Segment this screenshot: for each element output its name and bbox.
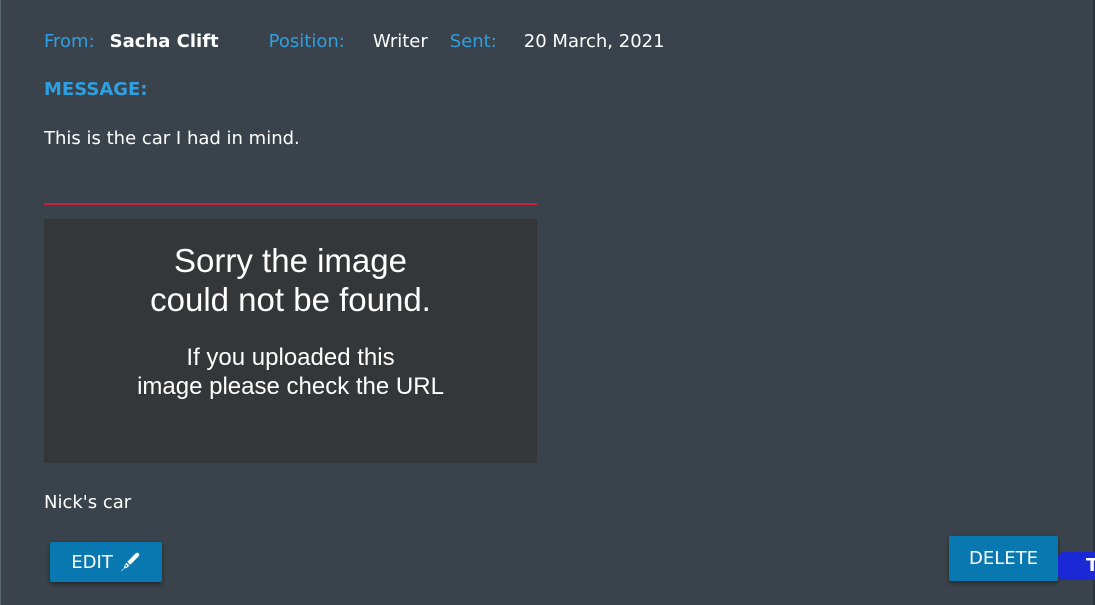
placeholder-hint: If you uploaded this image please check …	[44, 343, 537, 401]
sent-label: Sent:	[449, 31, 497, 52]
placeholder-title-line-1: Sorry the image	[174, 242, 407, 279]
position-label: Position:	[268, 31, 345, 52]
pen-icon	[120, 552, 140, 572]
corner-tab-label: T	[1086, 555, 1095, 576]
message-header: From: Sacha Clift Position: Writer Sent:…	[44, 31, 665, 55]
image-not-found-placeholder: Sorry the image could not be found. If y…	[44, 219, 537, 463]
delete-button[interactable]: DELETE	[949, 536, 1058, 581]
message-label: MESSAGE:	[44, 79, 148, 100]
image-caption: Nick's car	[44, 492, 132, 513]
placeholder-title-line-2: could not be found.	[150, 281, 431, 318]
from-value: Sacha Clift	[109, 31, 219, 52]
message-body: This is the car I had in mind.	[44, 128, 300, 149]
delete-button-label: DELETE	[968, 548, 1038, 569]
sent-value: 20 March, 2021	[523, 31, 665, 52]
corner-tab[interactable]: T	[1058, 552, 1095, 580]
from-label: From:	[44, 31, 95, 52]
edit-button[interactable]: EDIT	[50, 542, 162, 582]
position-value: Writer	[372, 31, 428, 52]
edit-button-label: EDIT	[71, 551, 113, 573]
placeholder-title: Sorry the image could not be found.	[44, 241, 537, 319]
placeholder-hint-line-2: image please check the URL	[137, 373, 444, 400]
placeholder-hint-line-1: If you uploaded this	[186, 344, 395, 371]
divider	[44, 203, 537, 205]
message-view: From: Sacha Clift Position: Writer Sent:…	[0, 0, 1095, 605]
